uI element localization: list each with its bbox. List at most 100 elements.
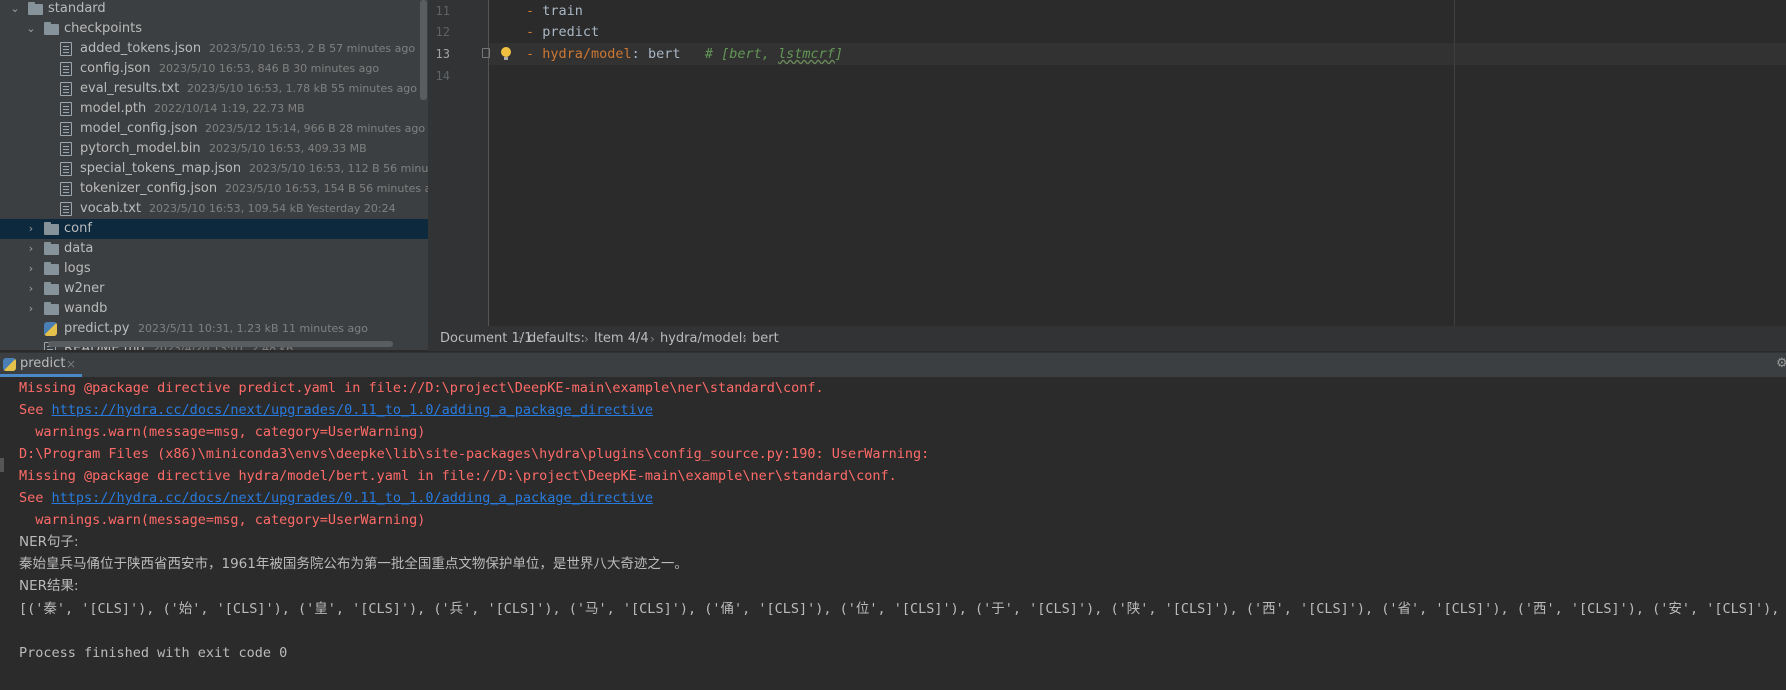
tree-item-label: special_tokens_map.json (80, 161, 242, 176)
tree-file[interactable]: model.pth 2022/10/14 1:19, 22.73 MB (0, 99, 428, 119)
json-file-icon (60, 162, 72, 176)
tree-item-meta: 2023/5/10 16:53, 112 B 56 minutes ago (249, 162, 428, 175)
tree-item-label: conf (64, 221, 92, 236)
tree-item-label: w2ner (64, 281, 105, 296)
tree-folder[interactable]: ⌄ checkpoints (0, 19, 428, 39)
tree-item-label: checkpoints (64, 21, 142, 36)
horizontal-scrollbar[interactable] (48, 341, 393, 347)
chevron-down-icon[interactable]: ⌄ (24, 19, 38, 39)
tree-item-meta: 2023/5/10 16:53, 846 B 30 minutes ago (159, 62, 380, 75)
console-line: D:\Program Files (x86)\miniconda3\envs\d… (19, 446, 930, 463)
json-file-icon (60, 182, 72, 196)
tree-item-label: predict.py (64, 321, 130, 336)
gear-icon[interactable]: ⚙ (1776, 353, 1786, 375)
chevron-right-icon[interactable]: › (24, 219, 38, 239)
line-number: 14 (435, 69, 450, 83)
tree-file[interactable]: predict.py 2023/5/11 10:31, 1.23 kB 11 mi… (0, 319, 428, 339)
console-line: Process finished with exit code 0 (19, 644, 288, 661)
text-file-icon (60, 142, 72, 156)
code-line[interactable]: - hydra/model: bert # [bert, lstmcrf] (526, 43, 843, 65)
chevron-right-icon: › (742, 332, 747, 346)
console-line: See https://hydra.cc/docs/next/upgrades/… (19, 402, 653, 419)
tree-folder[interactable]: › logs (0, 259, 428, 279)
text-file-icon (60, 82, 72, 96)
tree-file[interactable]: added_tokens.json 2023/5/10 16:53, 2 B 57… (0, 39, 428, 59)
line-number: 11 (435, 4, 450, 18)
folder-icon (44, 22, 59, 35)
tree-folder[interactable]: › data (0, 239, 428, 259)
project-tree[interactable]: ⌄ standard ⌄ checkpoints added_tokens.json 20… (0, 0, 428, 350)
breadcrumb-item[interactable]: Item 4/4 (594, 327, 649, 351)
folder-icon (44, 302, 59, 315)
tree-item-meta: 2023/5/10 16:53, 2 B 57 minutes ago (209, 42, 416, 55)
scrollbar[interactable] (420, 0, 427, 100)
chevron-down-icon[interactable]: ⌄ (8, 0, 22, 19)
folder-icon (44, 222, 59, 235)
ide-window: ⌄ standard ⌄ checkpoints added_tokens.json 20… (0, 0, 1786, 690)
right-margin-guide (1454, 0, 1455, 326)
tree-item-meta: 2023/5/11 10:31, 1.23 kB 11 minutes ago (138, 322, 368, 335)
json-file-icon (60, 62, 72, 76)
python-file-icon (44, 322, 57, 336)
chevron-right-icon[interactable]: › (24, 239, 38, 259)
tree-file[interactable]: eval_results.txt 2023/5/10 16:53, 1.78 kB… (0, 79, 428, 99)
tree-file[interactable]: config.json 2023/5/10 16:53, 846 B 30 min… (0, 59, 428, 79)
folder-icon (44, 262, 59, 275)
console-line: [('秦', '[CLS]'), ('始', '[CLS]'), ('皇', '… (19, 600, 1786, 617)
editor[interactable]: 11 12 13 14 - train - predict - hydra/mo… (428, 0, 1786, 326)
tree-item-label: pytorch_model.bin (80, 141, 201, 156)
console-line: warnings.warn(message=msg, category=User… (19, 424, 426, 441)
console-link[interactable]: https://hydra.cc/docs/next/upgrades/0.11… (52, 402, 653, 418)
code-line[interactable]: - predict (526, 21, 599, 43)
breadcrumb-item[interactable]: defaults: (528, 327, 585, 351)
run-tool-window-header: predict × ⚙ (0, 352, 1786, 378)
tree-folder[interactable]: › conf (0, 219, 428, 239)
tree-folder[interactable]: › w2ner (0, 279, 428, 299)
lightbulb-icon[interactable] (501, 47, 511, 60)
console-link[interactable]: https://hydra.cc/docs/next/upgrades/0.11… (52, 490, 653, 506)
tree-item-label: logs (64, 261, 91, 276)
text-file-icon (60, 102, 72, 116)
tree-item-meta: 2023/5/10 16:53, 1.78 kB 55 minutes ago (187, 82, 417, 95)
chevron-right-icon[interactable]: › (24, 299, 38, 319)
tree-file[interactable]: model_config.json 2023/5/12 15:14, 966 B … (0, 119, 428, 139)
tree-item-label: eval_results.txt (80, 81, 180, 96)
console-line: See https://hydra.cc/docs/next/upgrades/… (19, 490, 653, 507)
close-icon[interactable]: × (66, 353, 76, 375)
breadcrumb-item[interactable]: hydra/model: (660, 327, 747, 351)
tree-item-meta: 2022/10/14 1:19, 22.73 MB (154, 102, 305, 115)
breadcrumb: Document 1/1 › defaults: › Item 4/4 › hy… (428, 326, 1786, 351)
tree-item-label: vocab.txt (80, 201, 142, 216)
text-file-icon (60, 202, 72, 216)
tree-item-label: standard (48, 1, 106, 16)
code-line[interactable]: - train (526, 0, 583, 22)
breadcrumb-item[interactable]: bert (752, 327, 779, 351)
folder-icon (44, 242, 59, 255)
line-number: 12 (435, 25, 450, 39)
line-number: 13 (435, 47, 450, 61)
run-console[interactable]: · · · · · · · Missing @package directive… (0, 377, 1786, 690)
tab-label: predict (20, 356, 66, 371)
tree-item-meta: 2023/5/12 15:14, 966 B 28 minutes ago (205, 122, 426, 135)
tree-item-meta: 2023/5/10 16:53, 409.33 MB (209, 142, 367, 155)
tree-file[interactable]: special_tokens_map.json 2023/5/10 16:53, … (0, 159, 428, 179)
tree-item-label: data (64, 241, 94, 256)
tab-predict[interactable]: predict × (0, 353, 82, 377)
chevron-right-icon[interactable]: › (24, 279, 38, 299)
tree-folder[interactable]: › wandb (0, 299, 428, 319)
tree-item-label: wandb (64, 301, 108, 316)
tree-file[interactable]: pytorch_model.bin 2023/5/10 16:53, 409.33… (0, 139, 428, 159)
chevron-right-icon[interactable]: › (24, 259, 38, 279)
json-file-icon (60, 42, 72, 56)
fold-marker-icon[interactable] (482, 48, 490, 58)
tree-folder[interactable]: ⌄ standard (0, 0, 428, 19)
console-line: NER句子: (19, 534, 79, 551)
chevron-right-icon: › (584, 332, 589, 346)
tree-file[interactable]: tokenizer_config.json 2023/5/10 16:53, 15… (0, 179, 428, 199)
tree-file[interactable]: vocab.txt 2023/5/10 16:53, 109.54 kB Yest… (0, 199, 428, 219)
chevron-right-icon: › (650, 332, 655, 346)
tree-item-label: added_tokens.json (80, 41, 202, 56)
tree-item-meta: 2023/5/10 16:53, 154 B 56 minutes ago (225, 182, 428, 195)
tree-item-label: config.json (80, 61, 151, 76)
console-line: 秦始皇兵马俑位于陕西省西安市，1961年被国务院公布为第一批全国重点文物保护单位… (19, 556, 688, 573)
